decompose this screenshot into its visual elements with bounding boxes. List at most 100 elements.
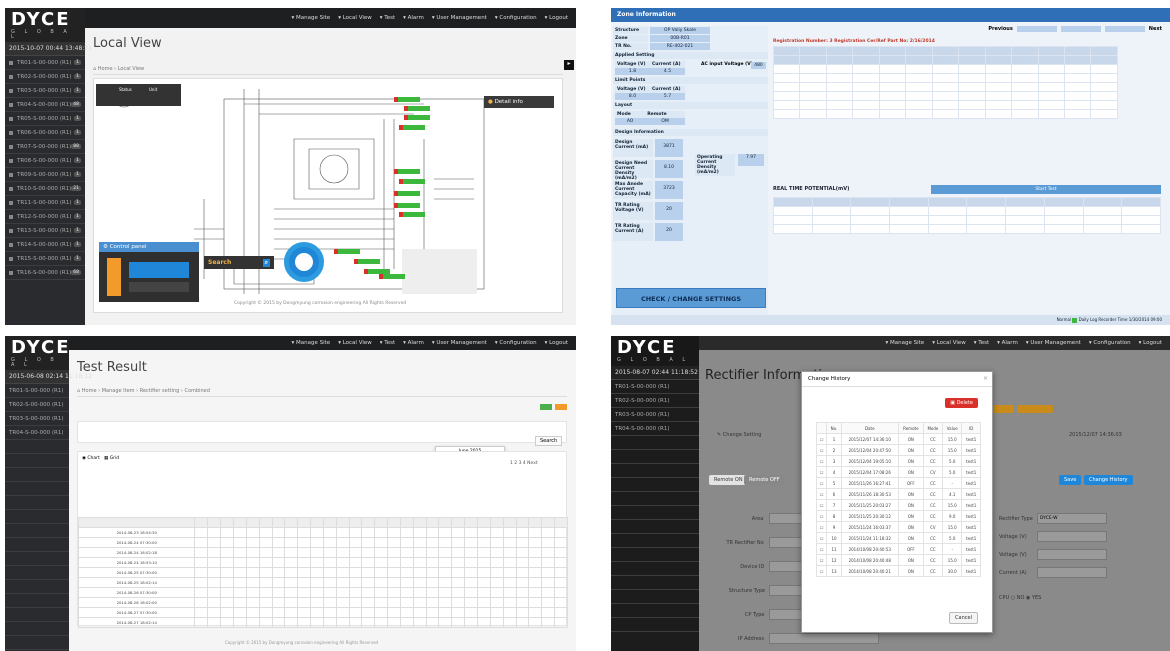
sidebar-item[interactable]	[611, 548, 699, 562]
table-row[interactable]: ☐ 3 2015/12/04 19:05:10 ON CC 5.0 test1	[815, 455, 981, 467]
row-checkbox[interactable]: ☐	[815, 488, 828, 500]
table-row[interactable]: ☐ 11 2014/10/08 20:40:53 OFF CC - test1	[815, 543, 981, 555]
sidebar-item[interactable]: TR01-S-00-000 (R1) 1	[5, 56, 85, 70]
sidebar-item[interactable]	[5, 454, 69, 468]
table-row[interactable]: ☐ 2 2015/12/04 20:47:50 ON CC 15.0 test1	[815, 444, 981, 456]
table-row[interactable]: ☐ 1 2015/12/07 14:36:10 ON CC 15.0 test1	[815, 433, 981, 445]
green-button[interactable]	[540, 404, 552, 410]
remote-on-button[interactable]: Remote ON	[709, 475, 748, 485]
check-change-settings-button[interactable]: CHECK / CHANGE SETTINGS	[616, 288, 766, 308]
sidebar-item[interactable]	[5, 468, 69, 482]
sidebar-item[interactable]: TR13-S-00-000 (R1) 1	[5, 224, 85, 238]
nav-item[interactable]: ▾ Test	[380, 340, 395, 346]
nav-item[interactable]: ▾ Alarm	[403, 340, 424, 346]
form-input[interactable]: DYCE-W	[1037, 513, 1107, 524]
sidebar-item[interactable]: TR10-S-00-000 (R1) 21	[5, 182, 85, 196]
form-input[interactable]	[1037, 549, 1107, 560]
close-icon[interactable]: ×	[983, 375, 988, 382]
sidebar-item[interactable]	[5, 622, 69, 636]
save-button[interactable]: Save	[1059, 475, 1082, 485]
nav-item[interactable]: ▾ Test	[380, 15, 395, 21]
sidebar-item[interactable]: TR09-S-00-000 (R1) 1	[5, 168, 85, 182]
search-button[interactable]: Search	[535, 436, 563, 446]
sidebar-item[interactable]	[5, 440, 69, 454]
site-marker[interactable]	[399, 125, 425, 130]
table-row[interactable]: ☐ 9 2015/11/24 16:03:37 ON CV 15.0 test1	[815, 521, 981, 533]
table-row[interactable]: ☐ 12 2014/10/08 20:40:48 ON CC 15.0 test1	[815, 554, 981, 566]
row-checkbox[interactable]: ☐	[815, 521, 828, 533]
sidebar-item[interactable]: TR16-S-00-000 (R1) 68	[5, 266, 85, 280]
map-view[interactable]: Status Unit ● Detail info ⚙ Control pane…	[93, 78, 563, 313]
row-checkbox[interactable]: ☐	[815, 532, 828, 544]
sidebar-item[interactable]	[611, 534, 699, 548]
site-marker[interactable]	[394, 203, 420, 208]
sidebar-item[interactable]	[5, 566, 69, 580]
sidebar-item[interactable]: TR05-S-00-000 (R1) 1	[5, 112, 85, 126]
sidebar-item[interactable]	[611, 464, 699, 478]
sidebar-item[interactable]	[611, 506, 699, 520]
sidebar-item[interactable]	[5, 510, 69, 524]
gauge-widget[interactable]	[284, 242, 324, 282]
sidebar-item[interactable]	[5, 636, 69, 650]
nav-item[interactable]: ▾ Configuration	[1089, 340, 1131, 346]
sidebar-item[interactable]	[5, 594, 69, 608]
sidebar-item[interactable]	[5, 482, 69, 496]
sidebar-item[interactable]: TR03-S-00-000 (R1)	[611, 408, 699, 422]
sidebar-item[interactable]	[611, 492, 699, 506]
form-input[interactable]	[1037, 531, 1107, 542]
nav-item[interactable]: ▾ Logout	[545, 340, 568, 346]
sidebar-item[interactable]	[611, 436, 699, 450]
sidebar-item[interactable]: TR03-S-00-000 (R1)	[5, 412, 69, 426]
nav-item[interactable]: ▾ Manage Site	[886, 340, 925, 346]
sidebar-item[interactable]	[611, 562, 699, 576]
site-marker[interactable]	[379, 274, 405, 279]
nav-item[interactable]: ▾ User Management	[1026, 340, 1081, 346]
sidebar-item[interactable]: TR04-S-00-000 (R1)	[611, 422, 699, 436]
nav-item[interactable]: ▾ Manage Site	[292, 15, 331, 21]
site-marker[interactable]	[399, 179, 425, 184]
sidebar-item[interactable]	[611, 604, 699, 618]
table-row[interactable]: ☐ 5 2015/11/26 16:27:41 OFF CC - test1	[815, 477, 981, 489]
cancel-button[interactable]: Cancel	[949, 612, 978, 624]
row-checkbox[interactable]: ☐	[815, 455, 828, 467]
cpu-radio[interactable]: CPU ○ NO ◉ YES	[999, 595, 1041, 601]
action-button-3[interactable]	[1017, 405, 1053, 413]
delete-button[interactable]: ▣ Delete	[945, 398, 978, 408]
table-row[interactable]: ☐ 7 2015/11/25 20:03:27 ON CC 15.0 test1	[815, 499, 981, 511]
sidebar-item[interactable]	[611, 520, 699, 534]
sidebar-item[interactable]: TR04-S-00-000 (R1) 48	[5, 98, 85, 112]
nav-item[interactable]: ▾ Configuration	[495, 340, 537, 346]
sidebar-item[interactable]	[5, 496, 69, 510]
site-marker[interactable]	[354, 259, 380, 264]
row-checkbox[interactable]: ☐	[815, 554, 828, 566]
site-marker[interactable]	[394, 191, 420, 196]
orange-button[interactable]	[555, 404, 567, 410]
nav-item[interactable]: ▾ Test	[974, 340, 989, 346]
sidebar-item[interactable]: TR02-S-00-000 (R1) 1	[5, 70, 85, 84]
sidebar-item[interactable]: TR06-S-00-000 (R1) 1	[5, 126, 85, 140]
nav-item[interactable]: ▾ Alarm	[997, 340, 1018, 346]
sidebar-item[interactable]: TR02-S-00-000 (R1)	[5, 398, 69, 412]
nav-item[interactable]: ▾ User Management	[432, 340, 487, 346]
sidebar-item[interactable]: TR04-S-00-000 (R1)	[5, 426, 69, 440]
sidebar-item[interactable]: TR01-S-00-000 (R1)	[5, 384, 69, 398]
nav-item[interactable]: ▾ Logout	[1139, 340, 1162, 346]
sidebar-item[interactable]: TR14-S-00-000 (R1) 1	[5, 238, 85, 252]
remote-off-button[interactable]: Remote OFF	[744, 475, 785, 485]
site-marker[interactable]	[334, 249, 360, 254]
collapse-button[interactable]: ▸	[564, 60, 574, 70]
row-checkbox[interactable]: ☐	[815, 499, 828, 511]
sidebar-item[interactable]	[611, 576, 699, 590]
sidebar-item[interactable]	[611, 478, 699, 492]
nav-item[interactable]: ▾ Manage Site	[292, 340, 331, 346]
sidebar-item[interactable]	[5, 580, 69, 594]
nav-item[interactable]: ▾ Local View	[932, 340, 966, 346]
sidebar-item[interactable]	[611, 450, 699, 464]
sidebar-item[interactable]	[5, 552, 69, 566]
table-row[interactable]: ☐ 6 2015/11/26 18:30:53 ON CC 4.1 test1	[815, 488, 981, 500]
sidebar-item[interactable]: TR03-S-00-000 (R1) 1	[5, 84, 85, 98]
row-checkbox[interactable]: ☐	[815, 477, 828, 489]
nav-item[interactable]: ▾ User Management	[432, 15, 487, 21]
change-history-button[interactable]: Change History	[1084, 475, 1133, 485]
pagination[interactable]: 1 2 3 4 Next	[510, 461, 538, 466]
